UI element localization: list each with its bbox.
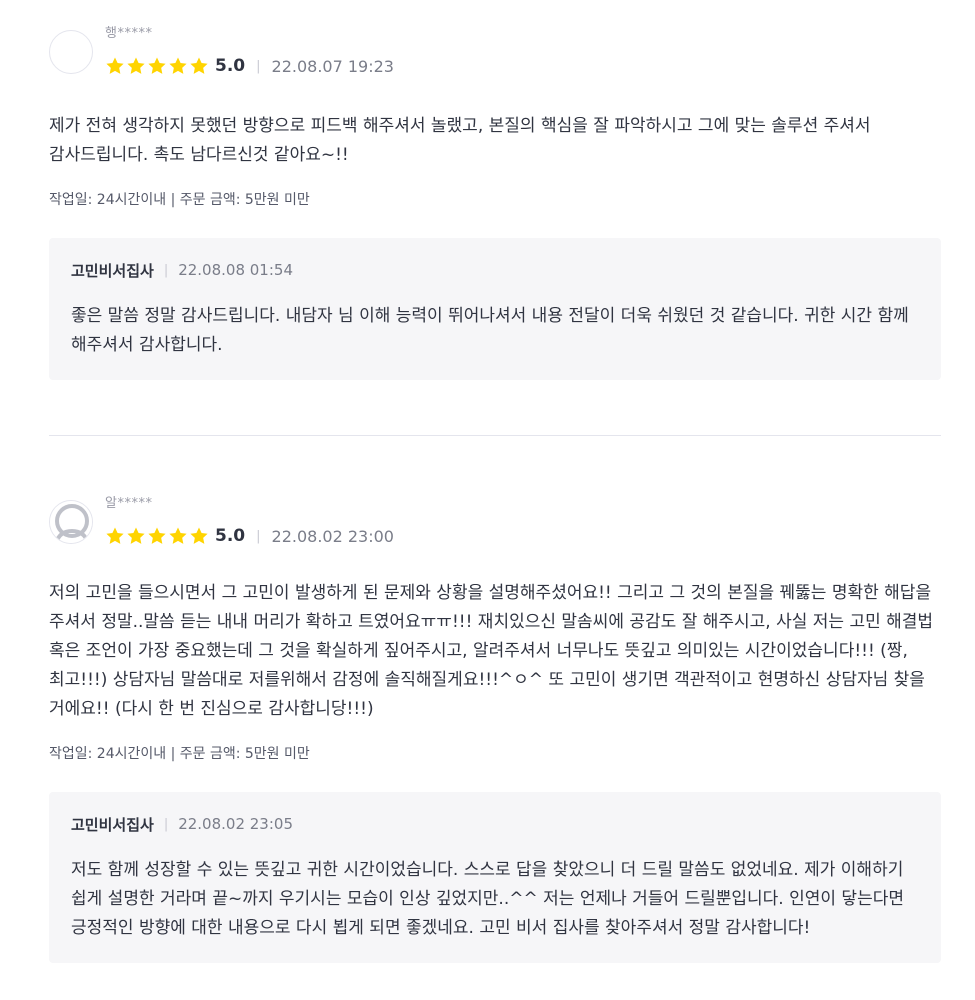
reply-header: 고민비서집사 | 22.08.02 23:05 — [71, 812, 919, 836]
reviewer-nickname: 행***** — [105, 26, 153, 41]
review-date: 22.08.07 19:23 — [271, 56, 394, 76]
star-icon — [148, 527, 166, 544]
meta-separator: | — [256, 528, 261, 544]
seller-reply: 고민비서집사 | 22.08.08 01:54 좋은 말씀 정말 감사드립니다.… — [49, 238, 941, 380]
review-meta: 5.0 | 22.08.07 19:23 — [105, 54, 394, 78]
seller-name: 고민비서집사 — [71, 261, 154, 280]
seller-reply: 고민비서집사 | 22.08.02 23:05 저도 함께 성장할 수 있는 뜻… — [49, 792, 941, 963]
rating-score: 5.0 — [215, 526, 246, 546]
seller-name: 고민비서집사 — [71, 815, 154, 834]
review-date: 22.08.02 23:00 — [271, 526, 394, 546]
review-header: 알***** 5.0 | 22.08.02 23:00 — [49, 490, 941, 554]
review-list: 행***** 5.0 | 22.08.07 19:23 제가 전혀 생각하지 못… — [0, 0, 975, 1000]
star-icon — [169, 527, 187, 544]
review-header: 행***** 5.0 | 22.08.07 19:23 — [49, 20, 941, 84]
star-rating — [105, 56, 209, 76]
reviewer-nickname: 알***** — [105, 496, 153, 511]
reply-content: 좋은 말씀 정말 감사드립니다. 내담자 님 이해 능력이 뛰어나셔서 내용 전… — [71, 306, 909, 355]
star-icon — [190, 57, 208, 74]
reply-date: 22.08.08 01:54 — [178, 261, 293, 279]
star-icon — [106, 57, 124, 74]
blank-avatar-icon — [49, 30, 93, 74]
review-content: 제가 전혀 생각하지 못했던 방향으로 피드백 해주셔서 놀랬고, 본질의 핵심… — [49, 116, 871, 165]
star-rating — [105, 526, 209, 546]
star-icon — [169, 57, 187, 74]
star-icon — [127, 57, 145, 74]
reply-content: 저도 함께 성장할 수 있는 뜻깊고 귀한 시간이었습니다. 스스로 답을 찾았… — [71, 860, 904, 938]
work-info: 작업일: 24시간이내 | 주문 금액: 5만원 미만 — [49, 746, 310, 762]
review-divider — [49, 435, 941, 436]
rating-score: 5.0 — [215, 56, 246, 76]
reply-separator: | — [163, 262, 169, 278]
reply-separator: | — [163, 816, 169, 832]
review-content: 저의 고민을 들으시면서 그 고민이 발생하게 된 문제와 상황을 설명해주셨어… — [49, 583, 934, 719]
star-icon — [190, 527, 208, 544]
work-info: 작업일: 24시간이내 | 주문 금액: 5만원 미만 — [49, 192, 310, 208]
review-meta: 5.0 | 22.08.02 23:00 — [105, 524, 394, 548]
star-icon — [127, 527, 145, 544]
star-icon — [106, 527, 124, 544]
reply-header: 고민비서집사 | 22.08.08 01:54 — [71, 258, 919, 282]
star-icon — [148, 57, 166, 74]
meta-separator: | — [256, 58, 261, 74]
review-item: 알***** 5.0 | 22.08.02 23:00 저의 고민을 들으시면서… — [49, 490, 941, 963]
default-user-avatar-icon — [49, 500, 93, 544]
review-item: 행***** 5.0 | 22.08.07 19:23 제가 전혀 생각하지 못… — [49, 20, 941, 380]
reply-date: 22.08.02 23:05 — [178, 815, 293, 833]
